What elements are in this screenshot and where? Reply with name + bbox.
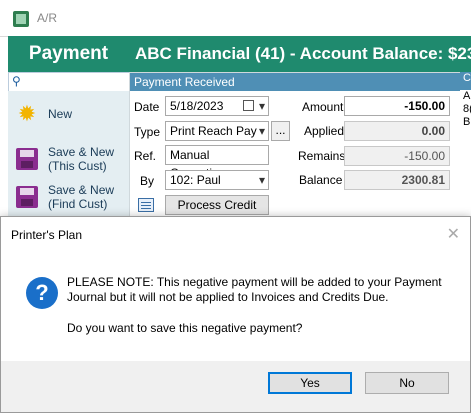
this-cust-label: (This Cust)	[48, 159, 107, 173]
applied-value: 0.00	[344, 121, 450, 141]
remains-value: -150.00	[344, 146, 450, 166]
credit-card-icon	[138, 198, 154, 212]
find-cust-label: (Find Cust)	[48, 197, 108, 211]
search-icon: ⚲	[12, 74, 21, 88]
by-value: 102: Paul	[170, 173, 221, 187]
type-value: Print Reach Pay	[170, 124, 257, 138]
save-new-label: Save & New	[48, 183, 115, 197]
app-icon	[13, 11, 29, 27]
dialog-button-bar: Yes No	[1, 361, 470, 412]
customer-side-panel: C A 8( B	[460, 72, 471, 222]
title-bar: A/R	[0, 0, 471, 37]
type-label: Type	[134, 125, 161, 139]
account-header: ABC Financial (41) - Account Balance: $2…	[129, 36, 471, 72]
payment-received-section: Payment Received Date 5/18/2023 Type Pri…	[129, 72, 462, 230]
remains-label: Remains	[298, 149, 346, 163]
dialog-question: Do you want to save this negative paymen…	[67, 321, 303, 335]
date-picker[interactable]: 5/18/2023	[165, 96, 269, 116]
question-icon: ?	[26, 277, 58, 309]
type-ellipsis-button[interactable]: ...	[271, 121, 290, 141]
save-disk-icon	[16, 148, 38, 170]
new-button[interactable]: ✹ New	[8, 99, 129, 129]
window-title: A/R	[37, 11, 58, 25]
side-panel-header: C	[460, 72, 471, 90]
calendar-icon	[243, 100, 254, 111]
search-input[interactable]: ⚲	[8, 72, 131, 92]
new-label: New	[48, 107, 73, 121]
ref-input[interactable]: Manual Correction	[165, 145, 269, 180]
section-title: Payment Received	[130, 73, 461, 91]
by-label: By	[140, 174, 155, 188]
amount-input[interactable]: -150.00	[344, 96, 450, 116]
date-label: Date	[134, 100, 160, 114]
process-credit-card-button[interactable]: Process Credit Card	[165, 195, 269, 230]
applied-label: Applied	[304, 124, 345, 138]
amount-label: Amount	[302, 100, 344, 114]
ref-label: Ref.	[134, 149, 157, 163]
yes-button[interactable]: Yes	[268, 372, 352, 394]
save-disk-icon	[16, 186, 38, 208]
no-button[interactable]: No	[365, 372, 449, 394]
by-select[interactable]: 102: Paul	[165, 170, 269, 190]
save-new-find-cust-button[interactable]: Save & New (Find Cust)	[8, 181, 129, 213]
balance-value: 2300.81	[344, 170, 450, 190]
date-value: 5/18/2023	[170, 99, 224, 113]
side-line: B	[463, 116, 471, 128]
side-line: 8(	[463, 103, 471, 115]
payment-header: Payment	[8, 36, 129, 72]
save-new-label: Save & New	[48, 145, 115, 159]
type-select[interactable]: Print Reach Pay	[165, 121, 269, 141]
dialog-message: PLEASE NOTE: This negative payment will …	[67, 275, 442, 304]
save-new-this-cust-button[interactable]: Save & New (This Cust)	[8, 143, 129, 175]
balance-label: Balance	[299, 173, 343, 187]
side-line: A	[463, 90, 471, 102]
close-icon[interactable]: ✕	[447, 224, 460, 244]
sun-new-icon: ✹	[17, 101, 37, 126]
dialog-title: Printer's Plan	[11, 228, 82, 242]
confirm-dialog: Printer's Plan ✕ ? PLEASE NOTE: This neg…	[0, 216, 471, 413]
account-header-text: ABC Financial (41) - Account Balance: $2…	[135, 44, 471, 63]
